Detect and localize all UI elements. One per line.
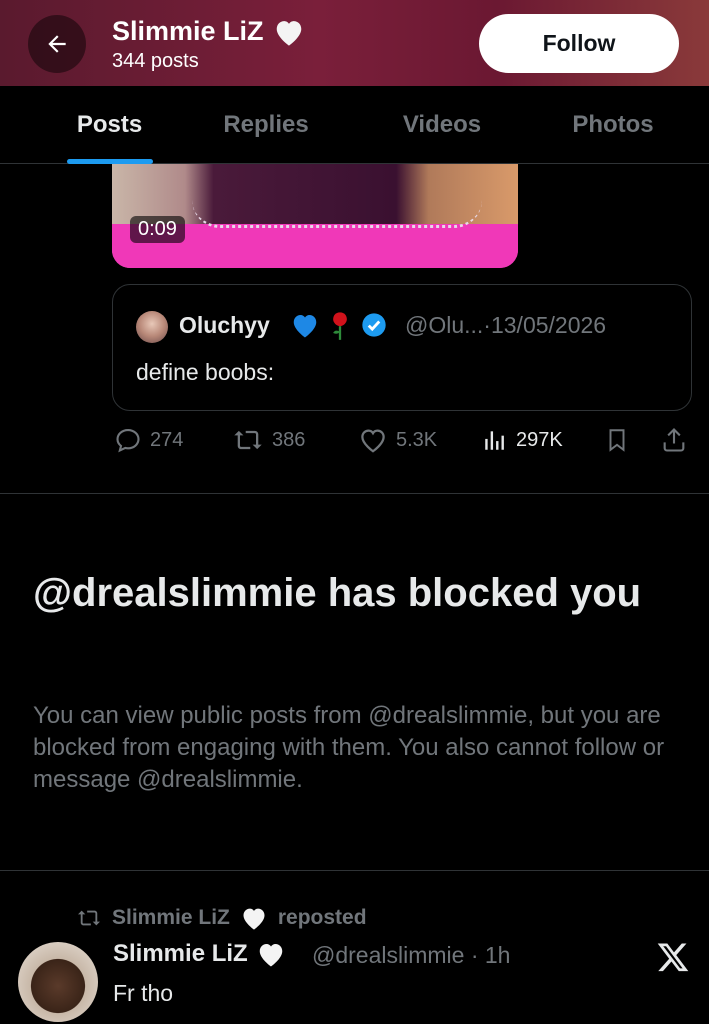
follow-button[interactable]: Follow — [479, 14, 679, 73]
quoted-handle-date: @Olu...·13/05/2026 — [405, 312, 607, 338]
avatar[interactable] — [18, 942, 98, 1022]
tab-posts[interactable]: Posts — [0, 86, 219, 164]
arrow-left-icon — [48, 35, 66, 53]
blocked-description: You can view public posts from @drealsli… — [33, 702, 665, 793]
post-text: Fr tho — [113, 980, 174, 1006]
share-icon — [663, 428, 685, 452]
profile-name-text: Slimmie LiZ — [112, 16, 264, 46]
tab-photos[interactable]: Photos — [571, 86, 655, 164]
views-button[interactable]: 297K — [482, 426, 563, 454]
verified-badge-icon — [362, 313, 386, 337]
post-actions: 274 386 5.3K 297K — [112, 422, 692, 462]
repost-button[interactable]: 386 — [232, 426, 305, 454]
post-author-name-text: Slimmie LiZ — [113, 940, 248, 967]
post-divider — [0, 493, 709, 494]
x-logo-icon — [657, 943, 689, 972]
post-count: 344 posts — [112, 50, 199, 72]
tab-photos-label: Photos — [572, 111, 654, 138]
video-duration: 0:09 — [130, 216, 185, 243]
white-heart-icon — [276, 20, 301, 46]
post-author-name[interactable]: Slimmie LiZ — [113, 940, 286, 968]
profile-header: Slimmie LiZ 344 posts Follow — [0, 0, 709, 86]
post-handle-time: @drealslimmie · 1h — [312, 942, 511, 968]
quoted-text: define boobs: — [136, 359, 275, 385]
profile-name: Slimmie LiZ — [112, 16, 306, 47]
bookmark-button[interactable] — [604, 426, 630, 454]
profile-tabs: Posts Replies Videos Photos — [0, 86, 709, 164]
reply-count: 274 — [150, 428, 184, 451]
tab-replies-label: Replies — [223, 111, 309, 138]
tab-replies[interactable]: Replies — [219, 86, 313, 164]
white-heart-icon — [259, 944, 282, 967]
reply-button[interactable]: 274 — [114, 426, 183, 454]
like-button[interactable]: 5.3K — [358, 426, 437, 454]
repost-count: 386 — [272, 428, 306, 451]
repost-icon — [78, 910, 100, 926]
reply-icon — [116, 429, 140, 453]
quoted-author-name: Oluchyy — [179, 312, 270, 338]
repost-context: Slimmie LiZ reposted — [76, 905, 367, 931]
white-heart-icon — [243, 908, 265, 930]
rose-icon — [333, 312, 347, 340]
tab-videos[interactable]: Videos — [313, 86, 571, 164]
views-icon — [485, 431, 504, 450]
reposter-name[interactable]: Slimmie LiZ — [112, 906, 230, 930]
tab-posts-label: Posts — [76, 111, 143, 138]
view-count: 297K — [516, 428, 563, 451]
quoted-avatar[interactable] — [136, 311, 168, 343]
repost-icon — [234, 430, 262, 450]
blocked-title: @drealslimmie has blocked you — [33, 571, 642, 615]
quoted-post[interactable]: Oluchyy @Olu...·13/05/2026 define boobs: — [112, 284, 692, 411]
back-button[interactable] — [28, 15, 86, 73]
share-button[interactable] — [660, 426, 688, 454]
quoted-author-emojis — [290, 309, 388, 341]
blue-heart-icon — [293, 315, 317, 338]
video-frame-detail — [192, 200, 482, 228]
tab-videos-label: Videos — [402, 111, 482, 138]
reposted-label: reposted — [277, 906, 367, 929]
bookmark-icon — [609, 429, 625, 452]
section-divider — [0, 870, 709, 871]
heart-icon — [361, 429, 385, 453]
like-count: 5.3K — [396, 428, 438, 451]
video-thumbnail[interactable]: 0:09 — [112, 164, 518, 268]
